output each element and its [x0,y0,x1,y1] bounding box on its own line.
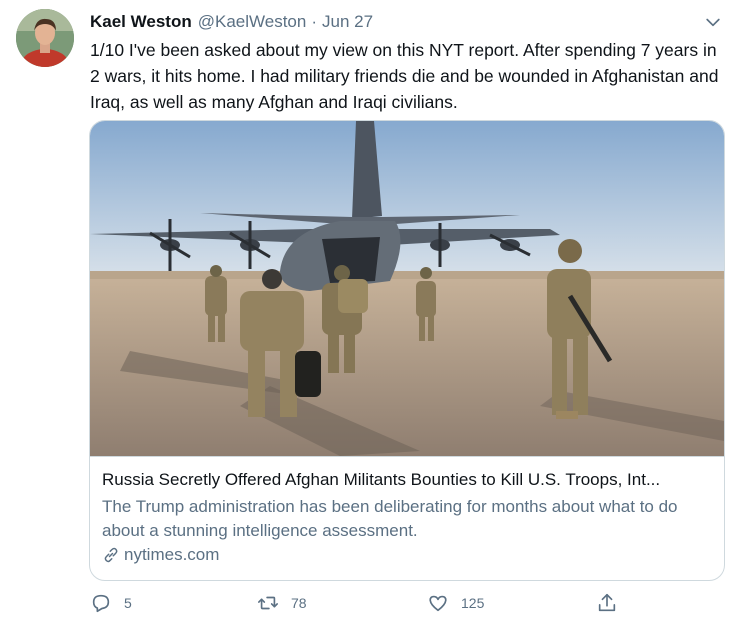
link-card[interactable]: Russia Secretly Offered Afghan Militants… [89,120,725,581]
card-info: Russia Secretly Offered Afghan Militants… [90,456,724,580]
tweet-actions: 5 78 125 [88,592,628,622]
link-icon [104,547,118,563]
card-domain-row: nytimes.com [102,545,219,565]
reply-count: 5 [124,595,132,611]
card-domain: nytimes.com [124,545,220,564]
avatar[interactable] [16,9,74,67]
share-button[interactable] [596,592,618,614]
card-title: Russia Secretly Offered Afghan Militants… [102,470,661,489]
retweet-button[interactable]: 78 [257,592,307,614]
card-description: The Trump administration has been delibe… [102,497,678,540]
author-handle[interactable]: @KaelWeston [198,12,307,32]
like-icon [429,595,447,612]
tweet-header: Kael Weston @KaelWeston · Jun 27 [90,9,373,35]
reply-button[interactable]: 5 [90,592,132,614]
tweet-date[interactable]: Jun 27 [322,12,373,32]
more-chevron-icon[interactable] [703,12,723,32]
retweet-count: 78 [291,595,307,611]
author-name[interactable]: Kael Weston [90,12,192,32]
like-button[interactable]: 125 [427,592,484,614]
retweet-icon [258,596,278,610]
share-icon [598,593,616,612]
like-count: 125 [461,595,485,611]
avatar-image [16,9,74,67]
reply-icon [92,594,110,613]
card-image [90,121,724,456]
tweet-text: 1/10 I've been asked about my view on th… [90,40,724,112]
separator-dot: · [311,12,317,31]
